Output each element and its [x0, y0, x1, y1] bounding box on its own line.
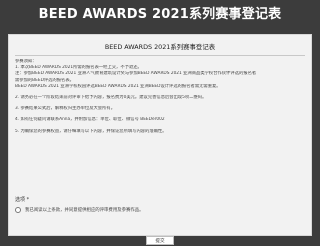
instructions-text: 参赛须知： 1. 本次BEED AWARDS 2021所需的报名表一经上交，不予… [15, 59, 307, 135]
form-card: BEED AWARDS 2021系列赛事登记表 参赛须知： 1. 本次BEED … [8, 34, 312, 245]
agree-option[interactable]: 我已阅读以上条款，并同意提供相应的评审费用及参赛作品。 [15, 205, 307, 214]
page-title: BEED AWARDS 2021系列赛事登记表 [38, 7, 282, 22]
agree-radio[interactable] [15, 206, 21, 213]
form-divider [15, 55, 305, 56]
agree-text: 我已阅读以上条款，并同意提供相应的评审费用及参赛作品。 [25, 207, 144, 213]
form-title: BEED AWARDS 2021系列赛事登记表 [104, 43, 216, 51]
instruction-line-8: 5. 为确保您的参赛权益，请仔细填写以下内容，并保证您所填写内容的准确性。 [15, 128, 167, 134]
page: BEED AWARDS 2021系列赛事登记表 BEED AWARDS 2021… [0, 0, 320, 246]
submit-area: 提交 [9, 227, 311, 246]
submit-button[interactable]: 提交 [146, 236, 174, 245]
options-label: 选项 * [15, 197, 30, 203]
